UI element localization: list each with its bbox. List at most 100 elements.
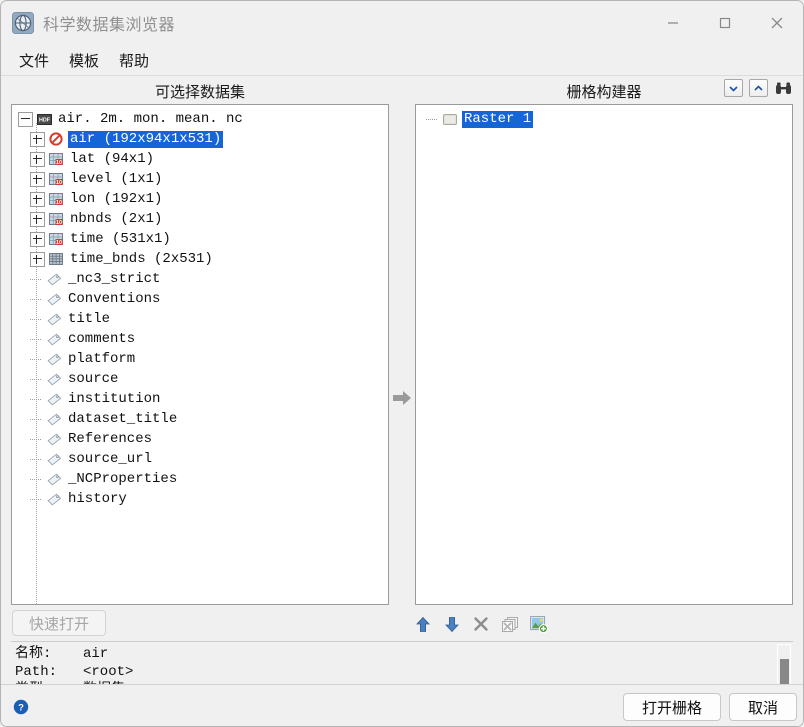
tree-leaf-connector xyxy=(30,353,43,366)
raster-tree-body: Raster 1 xyxy=(416,105,792,129)
right-panel-header: 栅格构建器 xyxy=(415,78,793,104)
svg-text:10: 10 xyxy=(56,220,62,226)
tag-icon xyxy=(46,312,62,327)
tag-icon xyxy=(46,492,62,507)
tree-leaf-connector xyxy=(30,293,43,306)
tree-label: air (192x94x1x531) xyxy=(68,131,223,148)
tree-leaf-connector xyxy=(30,433,43,446)
tree-row-attr[interactable]: institution xyxy=(12,389,388,409)
globe-orbit-icon xyxy=(12,12,34,34)
info-value: <root> xyxy=(83,663,133,681)
remove-all-icon[interactable] xyxy=(500,614,520,634)
quick-open-button[interactable]: 快速打开 xyxy=(12,610,106,636)
info-key: 名称: xyxy=(15,645,83,663)
expand-toggle[interactable] xyxy=(30,152,45,167)
arrow-right-icon[interactable] xyxy=(392,389,412,407)
expand-toggle[interactable] xyxy=(30,132,45,147)
svg-text:10: 10 xyxy=(56,180,62,186)
menu-item-file[interactable]: 文件 xyxy=(9,48,59,73)
raster-builder-tree[interactable]: Raster 1 xyxy=(415,104,793,605)
cancel-button[interactable]: 取消 xyxy=(729,693,797,721)
menu-item-template[interactable]: 模板 xyxy=(59,48,109,73)
collapse-toggle[interactable] xyxy=(18,112,33,127)
add-raster-icon[interactable] xyxy=(529,614,549,634)
close-icon[interactable] xyxy=(751,1,803,45)
tag-icon xyxy=(46,292,62,307)
footer-bar: ? 打开栅格 取消 xyxy=(1,684,804,727)
tree-row-attr[interactable]: comments xyxy=(12,329,388,349)
maximize-icon[interactable] xyxy=(699,1,751,45)
tree-leaf-connector xyxy=(30,273,43,286)
tag-icon xyxy=(46,432,62,447)
tree-row-root[interactable]: HDF air. 2m. mon. mean. nc xyxy=(12,109,388,129)
tag-icon xyxy=(46,412,62,427)
tree-row-attr[interactable]: platform xyxy=(12,349,388,369)
tree-row-attr[interactable]: References xyxy=(12,429,388,449)
tree-leaf-connector xyxy=(30,393,43,406)
tree-row-level[interactable]: 10 level (1x1) xyxy=(12,169,388,189)
tree-row-lon[interactable]: 10 lon (192x1) xyxy=(12,189,388,209)
tree-row-attr[interactable]: Conventions xyxy=(12,289,388,309)
tree-row-lat[interactable]: 10 lat (94x1) xyxy=(12,149,388,169)
tree-label: level (1x1) xyxy=(68,171,164,188)
prohibited-icon xyxy=(48,132,64,147)
tree-leaf-connector xyxy=(30,413,43,426)
expand-toggle[interactable] xyxy=(30,192,45,207)
tree-row-air[interactable]: air (192x94x1x531) xyxy=(12,129,388,149)
remove-x-icon[interactable] xyxy=(471,614,491,634)
tree-label: Conventions xyxy=(66,291,162,308)
tree-row-attr[interactable]: _nc3_strict xyxy=(12,269,388,289)
content-area: 可选择数据集 栅格构建器 xyxy=(1,76,803,672)
tag-icon xyxy=(46,452,62,467)
tree-row-attr[interactable]: title xyxy=(12,309,388,329)
expand-toggle[interactable] xyxy=(30,232,45,247)
open-raster-button[interactable]: 打开栅格 xyxy=(623,693,721,721)
tree-label: time (531x1) xyxy=(68,231,173,248)
expand-toggle[interactable] xyxy=(30,172,45,187)
arrow-up-icon[interactable] xyxy=(413,614,433,634)
tree-row-nbnds[interactable]: 10 nbnds (2x1) xyxy=(12,209,388,229)
help-icon[interactable]: ? xyxy=(13,699,29,715)
tree-label: References xyxy=(66,431,154,448)
tree-row-attr[interactable]: source xyxy=(12,369,388,389)
tree-row-time-bnds[interactable]: time_bnds (2x531) xyxy=(12,249,388,269)
numeric-grid-icon: 10 xyxy=(48,212,64,227)
numeric-grid-icon: 10 xyxy=(48,192,64,207)
dataset-tree[interactable]: HDF air. 2m. mon. mean. nc air (192x94x1… xyxy=(11,104,389,605)
tree-leaf-connector xyxy=(30,493,43,506)
tree-row-attr[interactable]: history xyxy=(12,489,388,509)
tree-leaf-connector xyxy=(30,473,43,486)
tree-label: time_bnds (2x531) xyxy=(68,251,215,268)
tree-leaf-connector xyxy=(426,113,439,126)
hdf-file-icon: HDF xyxy=(36,112,52,127)
tree-label: air. 2m. mon. mean. nc xyxy=(56,111,245,128)
tree-row-attr[interactable]: source_url xyxy=(12,449,388,469)
tree-row-raster-1[interactable]: Raster 1 xyxy=(416,109,792,129)
expand-toggle[interactable] xyxy=(30,252,45,267)
tree-label: _NCProperties xyxy=(66,471,179,488)
tree-leaf-connector xyxy=(30,313,43,326)
menu-bar: 文件 模板 帮助 xyxy=(1,45,803,76)
title-bar: 科学数据集浏览器 xyxy=(1,1,803,45)
tree-label: Raster 1 xyxy=(462,111,533,128)
tree-row-attr[interactable]: _NCProperties xyxy=(12,469,388,489)
tree-row-time[interactable]: 10 time (531x1) xyxy=(12,229,388,249)
arrow-down-icon[interactable] xyxy=(442,614,462,634)
minimize-icon[interactable] xyxy=(647,1,699,45)
raster-toolbar xyxy=(413,614,549,634)
tree-label: _nc3_strict xyxy=(66,271,162,288)
svg-text:?: ? xyxy=(18,703,24,714)
numeric-grid-icon: 10 xyxy=(48,232,64,247)
right-panel-title: 栅格构建器 xyxy=(566,81,641,102)
menu-item-help[interactable]: 帮助 xyxy=(109,48,159,73)
info-key: Path: xyxy=(15,663,83,681)
tag-icon xyxy=(46,352,62,367)
svg-text:10: 10 xyxy=(56,240,62,246)
tree-label: history xyxy=(66,491,129,508)
svg-text:HDF: HDF xyxy=(38,117,50,123)
tag-icon xyxy=(46,372,62,387)
expand-toggle[interactable] xyxy=(30,212,45,227)
tag-icon xyxy=(46,332,62,347)
tag-icon xyxy=(46,272,62,287)
tree-row-attr[interactable]: dataset_title xyxy=(12,409,388,429)
